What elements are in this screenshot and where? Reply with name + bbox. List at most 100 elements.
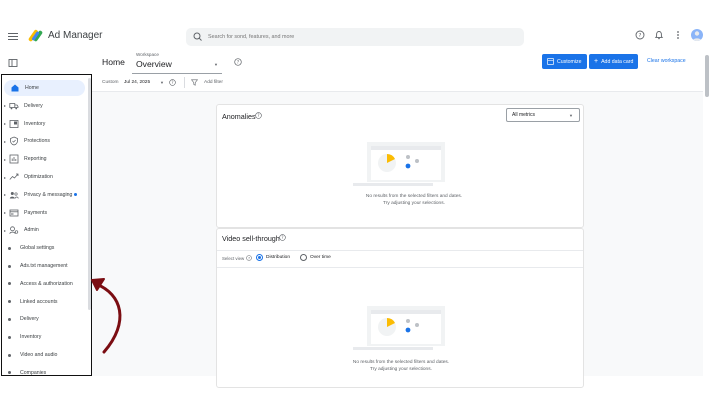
view-option-over-time[interactable]: Over time	[300, 254, 331, 261]
report-icon	[9, 154, 19, 164]
sidebar-item-home[interactable]: Home	[4, 80, 85, 96]
date-range-value[interactable]: Jul 24, 2025	[124, 80, 150, 85]
sidebar-item-privacy-messaging[interactable]: ▸ Privacy & messaging	[3, 187, 85, 203]
top-app-bar: Ad Manager ?	[0, 24, 711, 50]
help-icon[interactable]: ?	[255, 112, 262, 119]
svg-text:?: ?	[281, 235, 283, 240]
help-icon[interactable]: ?	[279, 234, 286, 241]
sidebar-item-companies[interactable]: Companies	[3, 365, 85, 381]
bullet-icon	[8, 371, 11, 375]
bullet-icon	[8, 264, 11, 268]
people-icon	[9, 190, 19, 200]
video-sell-through-card: Video sell-through ? Select view ? Distr…	[216, 228, 584, 388]
more-vert-icon	[677, 31, 679, 39]
view-option-distribution[interactable]: Distribution	[256, 254, 290, 261]
sidebar-item-label: Global settings	[20, 245, 55, 252]
bell-icon	[654, 31, 664, 40]
top-actions: ?	[634, 29, 703, 41]
sidebar-item-video-and-audio[interactable]: Video and audio	[3, 347, 85, 363]
sidebar-item-inventory[interactable]: ▸ Inventory	[3, 116, 85, 132]
sidebar-item-label: Home	[25, 85, 39, 91]
help-icon[interactable]: ?	[169, 79, 176, 86]
expand-caret-icon[interactable]: ▸	[4, 175, 8, 180]
metric-select[interactable]: All metrics ▼	[506, 108, 580, 122]
account-avatar[interactable]	[691, 29, 703, 41]
svg-text:?: ?	[639, 33, 642, 39]
page-header: Home Workspace Overview ▼ ? Customize + …	[92, 50, 711, 74]
annotation-arrow	[91, 278, 122, 354]
sidebar-item-label: Privacy & messaging	[24, 191, 73, 198]
empty-state-line-2: Try adjusting your selections.	[383, 200, 445, 206]
sidebar-item-protections[interactable]: ▸ Protections	[3, 133, 85, 149]
bullet-icon	[8, 353, 11, 357]
truck-icon	[9, 101, 19, 111]
anomalies-card: Anomalies ? All metrics ▼ No results fro…	[216, 104, 584, 228]
select-view-label: Select view	[222, 256, 245, 261]
search-bar[interactable]	[186, 28, 524, 46]
sidebar-item-ads-txt-management[interactable]: Ads.txt management	[3, 258, 85, 274]
help-icon[interactable]: ?	[246, 255, 252, 261]
shield-icon	[9, 136, 19, 146]
customize-label: Customize	[557, 58, 582, 65]
expand-caret-icon[interactable]: ▸	[4, 139, 8, 144]
sidebar-item-access-authorization[interactable]: Access & authorization	[3, 276, 85, 292]
app-window: Ad Manager ?	[0, 0, 711, 400]
expand-caret-icon[interactable]: ▸	[4, 228, 8, 233]
chevron-down-icon[interactable]: ▼	[160, 80, 164, 85]
sidebar-item-admin[interactable]: ▸ Admin	[3, 222, 85, 238]
radio-over-time[interactable]	[300, 254, 307, 261]
customize-icon	[547, 58, 554, 65]
svg-text:?: ?	[248, 256, 250, 260]
expand-caret-icon[interactable]: ▸	[4, 121, 8, 126]
sidebar-item-delivery[interactable]: Delivery	[3, 311, 85, 327]
sidebar-item-global-settings[interactable]: Global settings	[3, 240, 85, 256]
add-filter-button[interactable]: Add filter	[204, 80, 223, 85]
sidebar-item-label: Delivery	[24, 102, 43, 109]
plus-icon: +	[594, 58, 599, 65]
main-menu-button[interactable]	[8, 31, 18, 41]
help-icon[interactable]: ?	[234, 58, 242, 66]
panel-toggle-icon[interactable]	[8, 58, 18, 68]
sidebar-item-reporting[interactable]: ▸ Reporting	[3, 151, 85, 167]
empty-state-illustration	[353, 306, 445, 350]
option-distribution-label: Distribution	[266, 255, 290, 260]
expand-caret-icon[interactable]: ▸	[4, 210, 8, 215]
empty-state-line-2: Try adjusting your selections.	[370, 366, 432, 372]
empty-state-illustration	[353, 142, 445, 186]
sidebar-item-optimization[interactable]: ▸ Optimization	[3, 169, 85, 185]
option-over-time-label: Over time	[310, 255, 331, 260]
sidebar-item-label: Optimization	[24, 174, 53, 180]
sidebar-item-label: Admin	[24, 227, 39, 234]
sidebar-item-linked-accounts[interactable]: Linked accounts	[3, 294, 85, 310]
sidebar-item-label: Inventory	[20, 334, 42, 341]
sidebar-item-label: Reporting	[24, 156, 47, 163]
expand-caret-icon[interactable]: ▸	[4, 103, 8, 108]
sidebar-item-label: Linked accounts	[20, 298, 58, 305]
sidebar-item-label: Delivery	[20, 316, 39, 323]
sidebar-item-label: Companies	[20, 369, 47, 376]
bullet-icon	[8, 246, 11, 250]
help-icon: ?	[635, 30, 645, 40]
add-data-card-button[interactable]: + Add data card	[589, 54, 639, 69]
workspace-select[interactable]: Workspace Overview ▼	[132, 52, 222, 74]
sidebar-item-label: Protections	[24, 138, 50, 145]
bullet-icon	[8, 317, 11, 321]
sidebar-item-inventory[interactable]: Inventory	[3, 329, 85, 345]
anomalies-title: Anomalies	[222, 112, 256, 121]
workspace-value: Overview	[136, 59, 172, 69]
sidebar-item-payments[interactable]: ▸ Payments	[3, 205, 85, 221]
clear-workspace-link[interactable]: Clear workspace	[647, 58, 686, 64]
notifications-button[interactable]	[653, 29, 665, 41]
customize-button[interactable]: Customize	[542, 54, 587, 69]
main-scrollbar[interactable]	[705, 55, 709, 97]
empty-state-line-1: No results from the selected filters and…	[352, 360, 450, 365]
sidebar-item-delivery[interactable]: ▸ Delivery	[3, 98, 85, 114]
filter-icon[interactable]	[191, 79, 198, 86]
radio-distribution[interactable]	[256, 254, 263, 261]
help-button[interactable]: ?	[634, 29, 646, 41]
expand-caret-icon[interactable]: ▸	[4, 157, 8, 162]
search-input[interactable]	[208, 34, 508, 40]
empty-state-message: No results from the selected filters and…	[326, 360, 476, 373]
more-options-button[interactable]	[672, 29, 684, 41]
expand-caret-icon[interactable]: ▸	[4, 192, 8, 197]
